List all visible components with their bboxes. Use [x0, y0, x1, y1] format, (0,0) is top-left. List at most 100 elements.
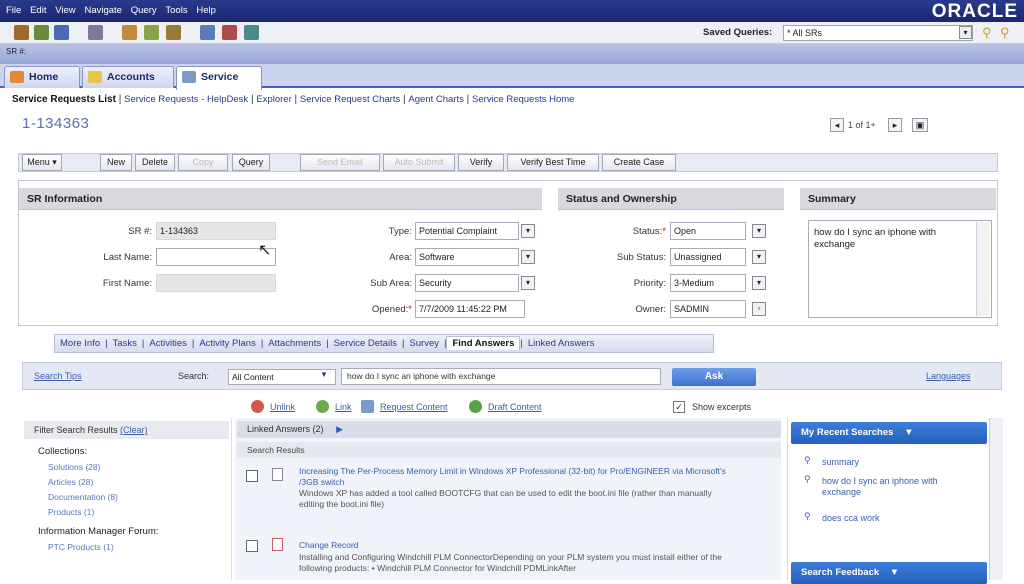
new-button[interactable]: New [100, 154, 132, 171]
recent-searches-toggle-icon[interactable]: ▼ [904, 427, 913, 438]
request-content-link[interactable]: Request Content [380, 402, 448, 412]
menu-tools[interactable]: Tools [165, 0, 187, 22]
content-select-chevron-icon[interactable]: ▼ [320, 370, 328, 379]
menu-help[interactable]: Help [196, 0, 216, 22]
tab-service-details[interactable]: Service Details [329, 338, 402, 349]
tab-more-info[interactable]: More Info [55, 338, 105, 349]
subnav-helpdesk[interactable]: Service Requests - HelpDesk [124, 94, 248, 105]
menu-view[interactable]: View [55, 0, 75, 22]
menu-query[interactable]: Query [131, 0, 157, 22]
priority-field[interactable]: 3-Medium [670, 274, 746, 292]
area-field[interactable]: Software [415, 248, 519, 266]
opened-field[interactable]: 7/7/2009 11:45:22 PM [415, 300, 525, 318]
subnav-sr-home[interactable]: Service Requests Home [472, 94, 574, 105]
sub-status-dropdown-icon[interactable]: ▾ [752, 250, 766, 264]
collection-solutions[interactable]: Solutions (28) [48, 462, 100, 472]
next-record-icon[interactable]: ▸ [888, 118, 902, 132]
tab-service[interactable]: Service [176, 66, 262, 90]
collection-articles[interactable]: Articles (28) [48, 477, 93, 487]
auto-submit-button[interactable]: Auto Submit [383, 154, 455, 171]
sub-area-dropdown-icon[interactable]: ▾ [521, 276, 535, 290]
summary-field[interactable]: how do I sync an iphone with exchange [808, 220, 992, 318]
tab-linked-answers[interactable]: Linked Answers [523, 338, 600, 349]
send-email-button[interactable]: Send Email [300, 154, 380, 171]
collection-products[interactable]: Products (1) [48, 507, 94, 517]
back-icon[interactable] [14, 25, 29, 40]
print-icon[interactable] [88, 25, 103, 40]
linked-answers-bar[interactable]: Linked Answers (2) ▶ [237, 421, 781, 438]
subnav-active[interactable]: Service Requests List [12, 94, 116, 105]
filter-clear-link[interactable]: (Clear) [120, 425, 148, 435]
result-checkbox[interactable] [246, 470, 258, 482]
advanced-search-icon[interactable]: ⚲ [1000, 25, 1010, 41]
calendar-icon[interactable] [244, 25, 259, 40]
languages-link[interactable]: Languages [926, 371, 971, 381]
create-case-button[interactable]: Create Case [602, 154, 676, 171]
tab-survey[interactable]: Survey [404, 338, 444, 349]
recent-search-item[interactable]: does cca work [822, 513, 972, 524]
tab-activity-plans[interactable]: Activity Plans [194, 338, 261, 349]
menu-edit[interactable]: Edit [30, 0, 46, 22]
home-icon[interactable] [54, 25, 69, 40]
recent-search-item[interactable]: summary [822, 457, 972, 468]
result-title[interactable]: Increasing The Per-Process Memory Limit … [299, 466, 739, 488]
previous-record-icon[interactable]: ◂ [830, 118, 844, 132]
type-dropdown-icon[interactable]: ▾ [521, 224, 535, 238]
subnav-sr-charts[interactable]: Service Request Charts [300, 94, 400, 105]
show-excerpts-checkbox[interactable]: ✓ [673, 401, 685, 413]
delete-button[interactable]: Delete [135, 154, 175, 171]
verify-best-time-button[interactable]: Verify Best Time [507, 154, 599, 171]
link-link[interactable]: Link [335, 402, 352, 412]
collection-documentation[interactable]: Documentation (8) [48, 492, 118, 502]
new-record-icon[interactable] [122, 25, 137, 40]
result-checkbox[interactable] [246, 540, 258, 552]
record-count-icon[interactable]: ▣ [912, 118, 928, 132]
area-dropdown-icon[interactable]: ▾ [521, 250, 535, 264]
right-panel-scrollbar[interactable] [989, 418, 1003, 580]
search-tips-link[interactable]: Search Tips [34, 371, 82, 381]
unlink-link[interactable]: Unlink [270, 402, 295, 412]
search-icon[interactable]: ⚲ [982, 25, 992, 41]
menu-file[interactable]: File [6, 0, 21, 22]
search-feedback-toggle-icon[interactable]: ▼ [890, 567, 899, 578]
saved-queries-dropdown-icon[interactable]: ▾ [959, 26, 972, 39]
menu-navigate[interactable]: Navigate [84, 0, 122, 22]
forum-ptc-products[interactable]: PTC Products (1) [48, 542, 114, 552]
menu-button[interactable]: Menu ▾ [22, 154, 62, 171]
forward-icon[interactable] [34, 25, 49, 40]
search-input[interactable]: how do I sync an iphone with exchange [341, 368, 661, 385]
priority-dropdown-icon[interactable]: ▾ [752, 276, 766, 290]
tab-tasks[interactable]: Tasks [108, 338, 142, 349]
status-field[interactable]: Open [670, 222, 746, 240]
ask-button[interactable]: Ask [672, 368, 756, 386]
search-feedback-header[interactable]: Search Feedback ▼ [791, 562, 987, 584]
query-button[interactable]: Query [232, 154, 270, 171]
subnav-agent-charts[interactable]: Agent Charts [408, 94, 463, 105]
undo-icon[interactable] [166, 25, 181, 40]
required-asterisk: * [662, 226, 666, 237]
recent-search-item[interactable]: how do I sync an iphone with exchange [822, 476, 972, 498]
tab-find-answers[interactable]: Find Answers [446, 336, 521, 350]
summary-scrollbar[interactable] [976, 222, 990, 316]
tab-home[interactable]: Home [4, 66, 80, 88]
owner-picker-icon[interactable]: ▫ [752, 302, 766, 316]
status-dropdown-icon[interactable]: ▾ [752, 224, 766, 238]
tab-accounts[interactable]: Accounts [82, 66, 174, 88]
type-field[interactable]: Potential Complaint [415, 222, 519, 240]
saved-queries-select[interactable]: * All SRs [783, 25, 973, 41]
help-icon[interactable] [222, 25, 237, 40]
subnav-explorer[interactable]: Explorer [256, 94, 291, 105]
sub-area-field[interactable]: Security [415, 274, 519, 292]
save-icon[interactable] [144, 25, 159, 40]
tab-attachments[interactable]: Attachments [263, 338, 326, 349]
verify-button[interactable]: Verify [458, 154, 504, 171]
copy-button[interactable]: Copy [178, 154, 228, 171]
expand-arrow-icon[interactable]: ▶ [336, 424, 343, 434]
sub-status-field[interactable]: Unassigned [670, 248, 746, 266]
tab-activities[interactable]: Activities [144, 338, 191, 349]
draft-content-link[interactable]: Draft Content [488, 402, 542, 412]
result-title[interactable]: Change Record [299, 540, 739, 551]
recent-searches-header[interactable]: My Recent Searches ▼ [791, 422, 987, 444]
owner-field[interactable]: SADMIN [670, 300, 746, 318]
sync-icon[interactable] [200, 25, 215, 40]
